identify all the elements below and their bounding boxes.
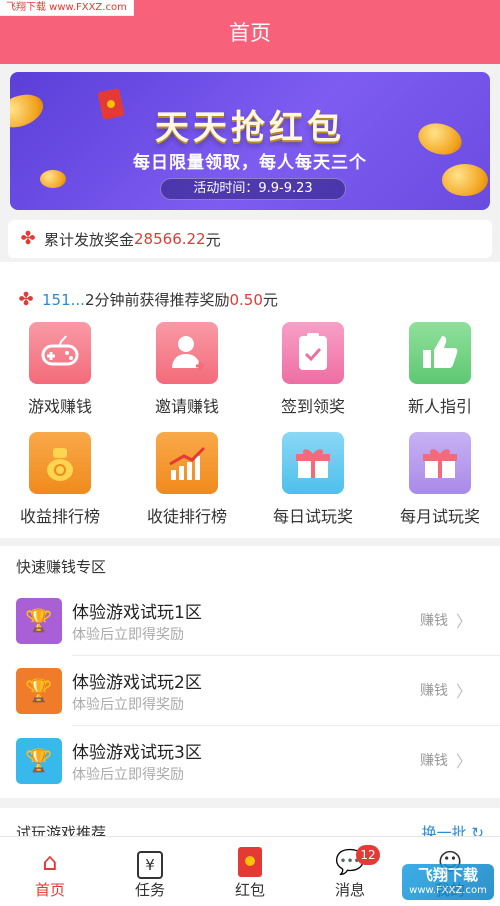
grid-label: 每日试玩奖	[272, 507, 353, 526]
tab-red-envelope[interactable]: 红包	[200, 837, 300, 906]
banner-title: 天天抢红包	[155, 108, 345, 148]
tab-label: 首页	[34, 881, 65, 899]
banner-time: 活动时间：9.9-9.23	[160, 178, 346, 200]
item-subtitle: 体验后立即得奖励	[72, 697, 184, 713]
watermark-logo: 飞翔下载 www.FXXZ.com	[402, 864, 494, 900]
chat-bubble-icon: 💬	[335, 848, 365, 876]
yen-task-icon: ¥	[100, 845, 200, 879]
grid-label: 收益排行榜	[19, 507, 100, 526]
stat-label: 累计发放奖金	[44, 230, 135, 249]
gift-icon	[409, 432, 471, 494]
grid-label: 新人指引	[407, 397, 472, 416]
item-subtitle: 体验后立即得奖励	[72, 767, 184, 783]
clipboard-check-icon	[282, 322, 344, 384]
tab-tasks[interactable]: ¥ 任务	[100, 837, 200, 906]
tab-label: 红包	[234, 881, 265, 899]
red-envelope-icon	[200, 845, 300, 879]
chart-up-icon	[156, 432, 218, 494]
watermark-sub: www.FXXZ.com	[409, 885, 487, 896]
stat-value: 28566.22	[134, 230, 206, 248]
item-title: 体验游戏试玩2区	[72, 673, 202, 693]
earn-button[interactable]: 赚钱	[420, 610, 448, 630]
pinwheel-icon: ✤	[20, 228, 36, 249]
grid-label: 邀请赚钱	[154, 397, 219, 416]
reward-ticker: ✤ 151... 2分钟前获得推荐奖励 0.50 元	[0, 262, 500, 314]
trophy-icon: 🏆	[16, 598, 62, 644]
money-bag-icon	[29, 432, 91, 494]
tab-home[interactable]: ⌂ 首页	[0, 837, 100, 906]
grid-label: 收徒排行榜	[146, 507, 227, 526]
tab-messages[interactable]: 💬 12 消息	[300, 837, 400, 906]
tab-label: 任务	[134, 881, 165, 899]
grid-label: 游戏赚钱	[27, 397, 92, 416]
gift-icon	[282, 432, 344, 494]
banner-subtitle: 每日限量领取，每人每天三个	[133, 153, 367, 173]
section-title: 快速赚钱专区	[16, 558, 107, 576]
ticker-value: 0.50	[229, 290, 263, 309]
grid-item-income-rank[interactable]: 收益排行榜	[0, 432, 120, 527]
ticker-user: 151...	[42, 290, 85, 309]
grid-label: 签到领奖	[280, 397, 345, 416]
quick-earn-section: 快速赚钱专区 🏆 体验游戏试玩1区 体验后立即得奖励 赚钱 〉 🏆 体验游戏试玩…	[0, 546, 500, 798]
add-user-icon	[156, 322, 218, 384]
item-title: 体验游戏试玩1区	[72, 603, 202, 623]
earn-button[interactable]: 赚钱	[420, 680, 448, 700]
chevron-right-icon: 〉	[455, 752, 472, 771]
list-item-trial-1[interactable]: 🏆 体验游戏试玩1区 体验后立即得奖励 赚钱 〉	[0, 586, 500, 656]
ticker-text: 2分钟前获得推荐奖励	[84, 291, 230, 309]
list-item-trial-2[interactable]: 🏆 体验游戏试玩2区 体验后立即得奖励 赚钱 〉	[0, 656, 500, 726]
item-subtitle: 体验后立即得奖励	[72, 627, 184, 643]
stat-unit: 元	[205, 230, 221, 249]
time-range: 9.9-9.23	[258, 181, 313, 196]
chevron-right-icon: 〉	[455, 682, 472, 701]
total-bonus-bar: ✤ 累计发放奖金 28566.22 元	[8, 220, 492, 258]
watermark-main: 飞翔下载	[417, 866, 478, 884]
bottom-tab-bar: ⌂ 首页 ¥ 任务 红包 💬 12 消息 ☺ 我的 飞翔下载www.FXXZ.c…	[0, 836, 500, 906]
feature-grid: 游戏赚钱 邀请赚钱 签到领奖 新人指引 收益排行榜 收徒排行榜 每日试玩奖 每月…	[0, 314, 500, 538]
unread-badge: 12	[356, 845, 380, 865]
gamepad-icon	[29, 322, 91, 384]
time-label: 活动时间：	[193, 181, 259, 196]
ticker-unit: 元	[262, 291, 278, 309]
grid-item-monthly-trial[interactable]: 每月试玩奖	[380, 432, 500, 527]
grid-item-game-earn[interactable]: 游戏赚钱	[0, 322, 120, 417]
grid-item-newbie-guide[interactable]: 新人指引	[380, 322, 500, 417]
ticker-item: ✤ 151... 2分钟前获得推荐奖励 0.50 元	[16, 288, 278, 310]
home-icon: ⌂	[42, 848, 58, 876]
list-item-trial-3[interactable]: 🏆 体验游戏试玩3区 体验后立即得奖励 赚钱 〉	[0, 726, 500, 796]
trophy-icon: 🏆	[16, 738, 62, 784]
earn-button[interactable]: 赚钱	[420, 750, 448, 770]
grid-item-daily-trial[interactable]: 每日试玩奖	[253, 432, 373, 527]
chevron-right-icon: 〉	[455, 612, 472, 631]
grid-item-invite-earn[interactable]: 邀请赚钱	[127, 322, 247, 417]
grid-item-apprentice-rank[interactable]: 收徒排行榜	[127, 432, 247, 527]
trophy-icon: 🏆	[16, 668, 62, 714]
watermark-top: 飞翔下载 www.FXXZ.com	[0, 0, 134, 16]
item-title: 体验游戏试玩3区	[72, 743, 202, 763]
page-title: 首页	[229, 21, 271, 45]
grid-label: 每月试玩奖	[399, 507, 480, 526]
tab-label: 消息	[334, 881, 365, 899]
grid-item-checkin[interactable]: 签到领奖	[253, 322, 373, 417]
pinwheel-icon: ✤	[18, 288, 34, 310]
thumbs-up-icon	[409, 322, 471, 384]
promo-banner[interactable]: 天天抢红包 每日限量领取，每人每天三个 活动时间：9.9-9.23	[10, 72, 490, 210]
